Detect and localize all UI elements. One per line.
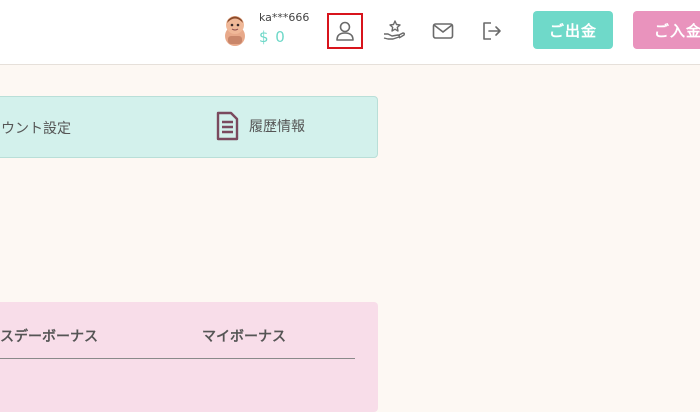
mail-icon [432,23,454,39]
top-header: ka***666 $ 0 ご出金 ご入金 [0,0,700,65]
balance: $ 0 [259,28,286,46]
profile-button[interactable] [327,13,363,49]
tab-divider [0,358,355,359]
tab-my-bonus[interactable]: マイボーナス [202,326,286,346]
logout-icon [483,22,501,40]
deposit-button[interactable]: ご入金 [633,11,700,49]
profile-icon [336,21,354,41]
bonus-button[interactable] [376,12,412,50]
history-label: 履歴情報 [249,119,305,135]
account-menu-panel: ウント設定 履歴情報 [0,96,378,158]
user-avatar[interactable] [222,14,248,46]
username: ka***666 [259,11,310,24]
withdraw-button[interactable]: ご出金 [533,11,613,49]
bonus-panel: スデーボーナス マイボーナス [0,302,378,412]
bonus-gift-icon [383,20,406,40]
document-icon [216,111,239,141]
history-link[interactable]: 履歴情報 [215,111,305,141]
tab-birthday-bonus[interactable]: スデーボーナス [0,326,98,346]
logout-button[interactable] [474,12,510,50]
mail-button[interactable] [425,12,461,50]
account-settings-link[interactable]: ウント設定 [1,118,71,138]
